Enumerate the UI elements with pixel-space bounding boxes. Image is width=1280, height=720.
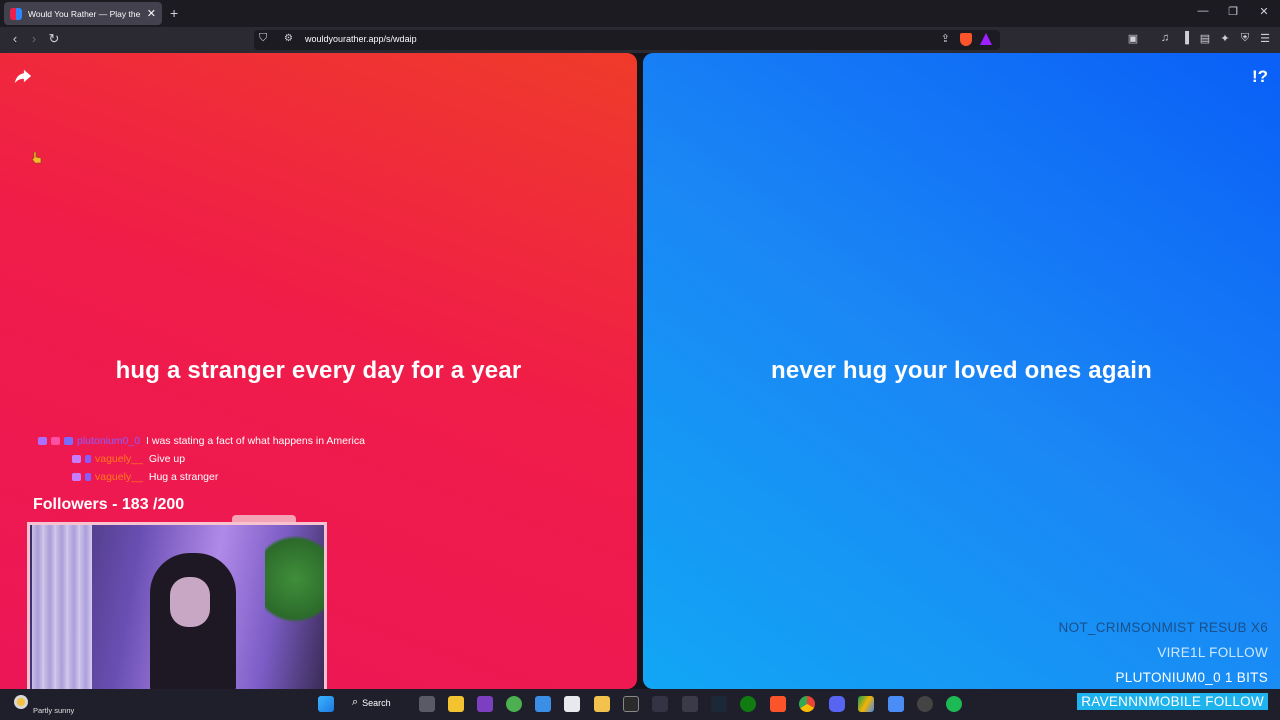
- chat-username: plutonium0_0: [77, 435, 141, 447]
- app-icon[interactable]: [652, 696, 668, 712]
- screenshot-icon[interactable]: ▣: [1125, 32, 1141, 45]
- app-icon[interactable]: [682, 696, 698, 712]
- weather-icon: [14, 695, 28, 709]
- chat-badge-icon: [38, 437, 47, 445]
- reload-icon[interactable]: ↻: [45, 31, 63, 47]
- copilot-icon[interactable]: [535, 696, 551, 712]
- task-view-icon[interactable]: [419, 696, 435, 712]
- chat-message: vaguely__ Give up: [72, 451, 185, 467]
- chat-badge-icon: [72, 473, 81, 481]
- chat-text: I was stating a fact of what happens in …: [146, 435, 365, 447]
- site-favicon-icon: [10, 7, 22, 20]
- menu-icon[interactable]: ☰: [1257, 32, 1273, 45]
- chat-badge-icon: [51, 437, 60, 445]
- cursor-icon: [32, 152, 42, 164]
- webcam-feed: [27, 522, 327, 692]
- chat-text: Give up: [148, 453, 186, 465]
- new-tab-button[interactable]: +: [170, 5, 178, 21]
- steam-icon[interactable]: [711, 696, 727, 712]
- discord-icon[interactable]: [829, 696, 845, 712]
- start-icon[interactable]: [318, 696, 334, 712]
- chat-message: plutonium0_0 I was stating a fact of wha…: [38, 433, 365, 449]
- google-drive-icon[interactable]: [858, 696, 874, 712]
- stream-alert: PLUTONIUM0_0 1 BITS: [1115, 670, 1268, 685]
- site-info-icon[interactable]: ⚙: [284, 33, 293, 44]
- chat-badge-icon: [72, 455, 81, 463]
- minimize-icon[interactable]: —: [1193, 5, 1213, 17]
- search-label: Search: [362, 697, 391, 708]
- navigation-bar: ‹ › ↻ ⛉ ⚙ wouldyourather.app/s/wdaip ⇪ ▣…: [0, 27, 1280, 53]
- vpn-icon[interactable]: ⛨: [1237, 32, 1253, 45]
- weather-text: Partly sunny: [33, 706, 75, 715]
- notes-app-icon[interactable]: [448, 696, 464, 712]
- app-icon[interactable]: [623, 696, 639, 712]
- wallet-icon[interactable]: ▤: [1197, 32, 1213, 45]
- option-blue-panel[interactable]: !? never hug your loved ones again: [643, 53, 1280, 689]
- stream-alert: NOT_CRIMSONMIST RESUB X6: [1058, 620, 1268, 635]
- search-icon: ⌕: [352, 696, 359, 708]
- back-icon[interactable]: ‹: [6, 31, 24, 46]
- chat-badge-icon: [85, 473, 91, 481]
- help-icon[interactable]: !?: [1252, 67, 1268, 87]
- forward-icon[interactable]: ›: [25, 31, 43, 46]
- store-icon[interactable]: [564, 696, 580, 712]
- gemini-icon[interactable]: [888, 696, 904, 712]
- webcam-plant: [265, 535, 324, 645]
- brave-shield-icon[interactable]: [960, 33, 972, 46]
- chat-badge-icon: [85, 455, 91, 463]
- sidebar-icon[interactable]: ▐: [1177, 32, 1193, 44]
- chat-text: Hug a stranger: [148, 471, 219, 483]
- chat-badge-icon: [64, 437, 73, 445]
- option-red-text: hug a stranger every day for a year: [115, 357, 522, 384]
- option-blue-text: never hug your loved ones again: [771, 357, 1152, 384]
- window-close-icon[interactable]: ✕: [1254, 5, 1274, 18]
- brave-browser-icon[interactable]: [770, 696, 786, 712]
- media-icon[interactable]: ♫: [1157, 32, 1173, 44]
- spotify-icon[interactable]: [946, 696, 962, 712]
- brave-rewards-icon[interactable]: [980, 33, 992, 45]
- webcam-streamer-face: [170, 577, 210, 627]
- tab-title: Would You Rather — Play the O: [28, 8, 143, 19]
- followers-goal: Followers - 183 /200: [33, 496, 185, 513]
- chat-username: vaguely__: [95, 471, 143, 483]
- tab-close-icon[interactable]: ✕: [147, 7, 156, 20]
- chat-username: vaguely__: [95, 453, 143, 465]
- bookmark-icon[interactable]: ⛉: [259, 32, 267, 45]
- webcam-curtain: [32, 525, 92, 689]
- app-icon[interactable]: [917, 696, 933, 712]
- taskbar-search[interactable]: ⌕ Search: [352, 696, 391, 709]
- share-icon[interactable]: [14, 67, 32, 85]
- url-text[interactable]: wouldyourather.app/s/wdaip: [305, 34, 417, 44]
- file-explorer-icon[interactable]: [594, 696, 610, 712]
- tab-would-you-rather[interactable]: Would You Rather — Play the O ✕: [4, 2, 162, 25]
- leo-ai-icon[interactable]: ✦: [1217, 32, 1233, 45]
- chrome-icon[interactable]: [799, 696, 815, 712]
- address-bar[interactable]: ⛉ ⚙ wouldyourather.app/s/wdaip ⇪: [254, 30, 1000, 50]
- utorrent-icon[interactable]: [506, 696, 522, 712]
- stream-alert-latest: RAVENNNMOBILE FOLLOW: [1077, 693, 1268, 710]
- app-icon[interactable]: [477, 696, 493, 712]
- maximize-icon[interactable]: ❐: [1223, 5, 1243, 18]
- tab-bar: Would You Rather — Play the O ✕ + — ❐ ✕: [0, 0, 1280, 27]
- share-page-icon[interactable]: ⇪: [941, 32, 950, 45]
- xbox-icon[interactable]: [740, 696, 756, 712]
- stream-alert: VIRE1L FOLLOW: [1157, 645, 1268, 660]
- chat-message: vaguely__ Hug a stranger: [72, 469, 218, 485]
